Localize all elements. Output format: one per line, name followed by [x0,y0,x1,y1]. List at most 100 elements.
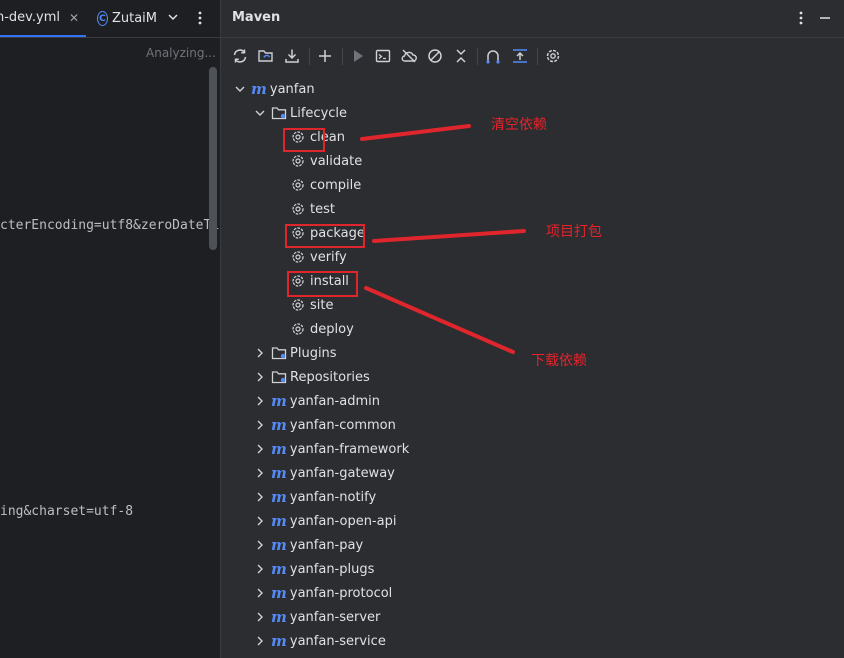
toolbar-separator [342,48,343,65]
lifecycle-goal-test[interactable]: test [291,198,335,220]
highlight-package [285,224,365,248]
gear-icon [292,299,304,311]
chevron-right-icon[interactable] [253,466,267,480]
more-vertical-icon[interactable] [193,10,207,26]
tree-node-repositories[interactable]: Repositories [253,366,370,388]
chevron-right-icon[interactable] [253,418,267,432]
reload-icon[interactable] [230,46,250,66]
chevron-down-icon[interactable] [253,106,267,120]
maven-tool-window: Maven m yanfan Lifecycle clean validate compi… [221,0,844,658]
maven-toolbar [221,41,844,71]
maven-module-icon: m [271,464,287,482]
chevron-right-icon[interactable] [253,490,267,504]
chevron-down-icon[interactable] [233,82,247,96]
download-icon[interactable] [282,46,302,66]
chevron-right-icon[interactable] [253,394,267,408]
editor-scrollbar[interactable] [209,67,217,250]
tree-node-label: yanfan-gateway [289,465,395,481]
chevron-down-icon[interactable] [166,10,180,24]
tab-application-dev-yml[interactable]: n-dev.yml ✕ [0,0,86,37]
annotation-clean-text: 清空依赖 [491,117,547,133]
tab-zutai[interactable]: C ZutaiM [97,0,157,37]
tree-node-module[interactable]: m yanfan-open-api [253,510,396,532]
maven-module-icon: m [271,392,287,410]
close-icon[interactable]: ✕ [69,11,79,25]
maven-module-icon: m [271,608,287,626]
settings-icon[interactable] [543,46,563,66]
tree-node-module[interactable]: m yanfan-notify [253,486,376,508]
maven-module-icon: m [271,632,287,650]
tree-node-label: validate [310,153,363,169]
tree-node-label: yanfan-open-api [289,513,397,529]
tree-node-label: test [310,201,335,217]
more-vertical-icon[interactable] [794,10,808,26]
offline-icon[interactable] [399,46,419,66]
code-line[interactable]: cterEncoding=utf8&zeroDateTi [0,218,219,233]
tab-label: n-dev.yml [0,10,60,25]
add-icon[interactable] [315,46,335,66]
lifecycle-goal-site[interactable]: site [291,294,333,316]
gear-icon [292,203,304,215]
maven-module-icon: m [251,80,267,98]
class-c-icon: C [97,11,108,26]
tree-node-module[interactable]: m yanfan-plugs [253,558,374,580]
maven-module-icon: m [271,512,287,530]
tree-node-module[interactable]: m yanfan-gateway [253,462,395,484]
folder-icon [271,371,287,384]
lifecycle-goal-deploy[interactable]: deploy [291,318,354,340]
show-dependencies-icon[interactable] [483,46,503,66]
chevron-right-icon[interactable] [253,514,267,528]
highlight-install [287,271,358,297]
code-line[interactable]: ing&charset=utf-8 [0,504,133,519]
tree-node-module[interactable]: m yanfan-protocol [253,582,392,604]
tree-node-label: yanfan-notify [289,489,377,505]
maven-title: Maven [232,10,281,25]
tree-node-label: yanfan-protocol [289,585,393,601]
tree-node-label: yanfan-plugs [289,561,375,577]
maven-header: Maven [221,0,844,38]
tree-node-module[interactable]: m yanfan-service [253,630,386,652]
folder-icon [271,107,287,120]
tree-node-module[interactable]: m yanfan-framework [253,438,409,460]
gear-icon [292,251,304,263]
tree-node-label: compile [310,177,362,193]
execute-goal-icon[interactable] [373,46,393,66]
lifecycle-goal-validate[interactable]: validate [291,150,362,172]
chevron-right-icon[interactable] [253,610,267,624]
chevron-right-icon[interactable] [253,442,267,456]
tree-node-label: yanfan [269,81,315,97]
tree-node-module[interactable]: m yanfan-server [253,606,380,628]
tree-node-module[interactable]: m yanfan-pay [253,534,363,556]
skip-tests-icon[interactable] [425,46,445,66]
tree-node-lifecycle[interactable]: Lifecycle [253,102,347,124]
chevron-right-icon[interactable] [253,538,267,552]
tree-node-label: yanfan-service [289,633,386,649]
maven-module-icon: m [271,584,287,602]
lifecycle-goal-verify[interactable]: verify [291,246,347,268]
lifecycle-goal-compile[interactable]: compile [291,174,361,196]
annotation-install-text: 下载依赖 [531,353,587,369]
run-icon[interactable] [348,46,368,66]
tree-node-module[interactable]: m yanfan-admin [253,390,380,412]
collapse-icon[interactable] [451,46,471,66]
tree-node-plugins[interactable]: Plugins [253,342,337,364]
tree-node-module[interactable]: m yanfan-common [253,414,396,436]
editor-pane: n-dev.yml ✕ C ZutaiM Analyzing... cterEn… [0,0,221,658]
tree-node-root[interactable]: m yanfan [233,78,315,100]
chevron-right-icon[interactable] [253,634,267,648]
tree-node-label: yanfan-pay [289,537,364,553]
toolbar-separator [309,48,310,65]
reload-generate-icon[interactable] [256,46,276,66]
toolbar-separator [537,48,538,65]
highlight-clean [283,128,325,152]
chevron-right-icon[interactable] [253,370,267,384]
tree-node-label: deploy [310,321,354,337]
chevron-right-icon[interactable] [253,346,267,360]
chevron-right-icon[interactable] [253,586,267,600]
tree-node-label: Repositories [290,369,370,385]
chevron-right-icon[interactable] [253,562,267,576]
folder-icon [271,347,287,360]
tree-node-label: verify [310,249,347,265]
minimize-icon[interactable] [818,11,832,25]
expand-icon[interactable] [510,46,530,66]
